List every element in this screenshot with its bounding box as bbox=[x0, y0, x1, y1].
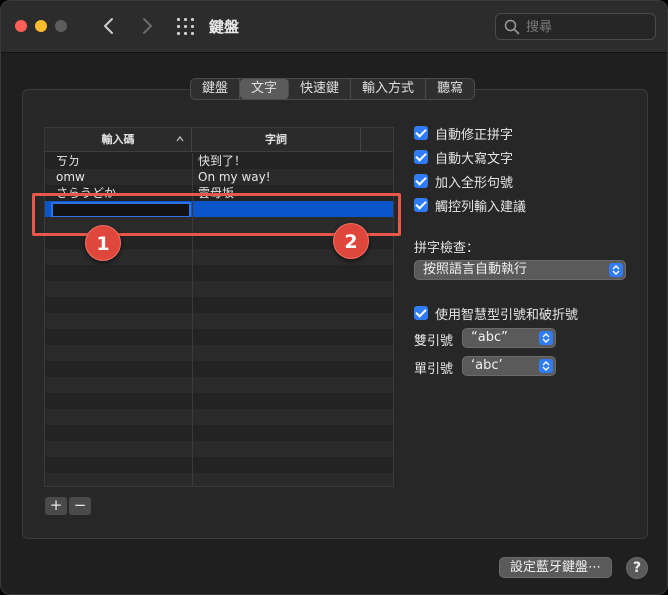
autocorrect-label: 自動修正拼字 bbox=[435, 127, 514, 143]
tab-shortcuts[interactable]: 快速鍵 bbox=[289, 79, 352, 99]
double-quote-label: 雙引號 bbox=[414, 334, 454, 349]
autocapitalize-checkbox-row[interactable]: 自動大寫文字 bbox=[414, 148, 514, 167]
help-button[interactable]: ? bbox=[626, 557, 648, 579]
tab-input-sources[interactable]: 輸入方式 bbox=[351, 79, 427, 99]
spelling-label: 拼字檢查： bbox=[414, 241, 480, 256]
add-period-label: 加入全形句號 bbox=[435, 175, 514, 191]
search-field[interactable] bbox=[495, 13, 656, 40]
column-header-input-label: 輸入碼 bbox=[101, 133, 135, 146]
tab-dictation[interactable]: 聽寫 bbox=[426, 79, 474, 99]
table-row[interactable]: ㄎㄉ 快到了！ bbox=[45, 153, 393, 169]
setup-bluetooth-keyboard-button[interactable]: 設定藍牙鍵盤⋯ bbox=[499, 557, 612, 578]
touchbar-suggestions-label: 觸控列輸入建議 bbox=[435, 199, 527, 215]
show-all-grid-icon[interactable] bbox=[176, 17, 196, 37]
tab-keyboard[interactable]: 鍵盤 bbox=[191, 79, 241, 99]
text-replacement-table: 輸入碼 字詞 ㄎㄉ 快到了！ omw On my way! さらうどか 雲母坂 bbox=[44, 127, 394, 487]
empty-row bbox=[45, 393, 393, 409]
empty-row bbox=[45, 313, 393, 329]
empty-row bbox=[45, 441, 393, 457]
column-header-phrase[interactable]: 字詞 bbox=[192, 128, 361, 152]
empty-row bbox=[45, 361, 393, 377]
empty-row bbox=[45, 265, 393, 281]
touchbar-suggestions-checkbox[interactable] bbox=[414, 198, 428, 212]
keyboard-preferences-window: 鍵盤 鍵盤 文字 快速鍵 輸入方式 聽寫 輸入碼 字詞 bbox=[0, 0, 668, 595]
column-header-phrase-label: 字詞 bbox=[265, 133, 287, 146]
minimize-window-button[interactable] bbox=[35, 20, 47, 32]
table-header: 輸入碼 字詞 bbox=[45, 128, 393, 152]
spelling-select[interactable]: 按照語言自動執行 bbox=[414, 260, 626, 280]
empty-row bbox=[45, 281, 393, 297]
sort-ascending-icon bbox=[176, 135, 184, 142]
spelling-select-value: 按照語言自動執行 bbox=[423, 262, 528, 277]
title-bar: 鍵盤 bbox=[1, 1, 667, 53]
empty-row bbox=[45, 377, 393, 393]
remove-replacement-button[interactable]: − bbox=[69, 497, 91, 515]
window-title: 鍵盤 bbox=[209, 18, 240, 36]
tab-text[interactable]: 文字 bbox=[240, 79, 290, 99]
autocorrect-checkbox[interactable] bbox=[414, 126, 428, 140]
double-quote-value: “abc” bbox=[471, 330, 508, 345]
table-row[interactable]: omw On my way! bbox=[45, 169, 393, 185]
annotation-marker-2: 2 bbox=[333, 223, 369, 259]
autocapitalize-label: 自動大寫文字 bbox=[435, 151, 514, 167]
empty-row bbox=[45, 457, 393, 473]
updown-chevron-icon bbox=[539, 331, 553, 345]
column-header-input[interactable]: 輸入碼 bbox=[45, 128, 192, 152]
updown-chevron-icon bbox=[539, 359, 553, 373]
autocapitalize-checkbox[interactable] bbox=[414, 150, 428, 164]
empty-row bbox=[45, 409, 393, 425]
search-input[interactable] bbox=[526, 18, 650, 36]
empty-row bbox=[45, 473, 393, 486]
forward-arrow-icon[interactable] bbox=[135, 13, 159, 39]
empty-row bbox=[45, 345, 393, 361]
single-quote-label: 單引號 bbox=[414, 362, 454, 377]
row-phrase-cell[interactable]: On my way! bbox=[198, 169, 388, 185]
smart-quotes-label: 使用智慧型引號和破折號 bbox=[435, 307, 579, 323]
add-replacement-button[interactable]: + bbox=[45, 497, 67, 515]
single-quote-value: ‘abc’ bbox=[471, 358, 503, 373]
empty-row bbox=[45, 297, 393, 313]
row-phrase-cell[interactable]: 快到了！ bbox=[198, 153, 388, 169]
tab-bar: 鍵盤 文字 快速鍵 輸入方式 聽寫 bbox=[190, 78, 476, 100]
single-quote-select[interactable]: ‘abc’ bbox=[462, 356, 556, 376]
row-input-cell[interactable]: omw bbox=[56, 169, 186, 185]
updown-chevron-icon bbox=[609, 263, 623, 277]
add-period-checkbox-row[interactable]: 加入全形句號 bbox=[414, 172, 514, 191]
row-input-cell[interactable]: ㄎㄉ bbox=[56, 153, 186, 169]
annotation-marker-1: 1 bbox=[85, 225, 121, 261]
autocorrect-checkbox-row[interactable]: 自動修正拼字 bbox=[414, 124, 514, 143]
search-icon bbox=[504, 19, 520, 35]
zoom-window-button[interactable] bbox=[55, 20, 67, 32]
double-quote-select[interactable]: “abc” bbox=[462, 328, 556, 348]
empty-row bbox=[45, 425, 393, 441]
smart-quotes-checkbox[interactable] bbox=[414, 306, 428, 320]
add-period-checkbox[interactable] bbox=[414, 174, 428, 188]
touchbar-suggestions-checkbox-row[interactable]: 觸控列輸入建議 bbox=[414, 196, 527, 215]
close-window-button[interactable] bbox=[15, 20, 27, 32]
smart-quotes-checkbox-row[interactable]: 使用智慧型引號和破折號 bbox=[414, 304, 579, 323]
back-arrow-icon[interactable] bbox=[97, 13, 121, 39]
empty-row bbox=[45, 329, 393, 345]
